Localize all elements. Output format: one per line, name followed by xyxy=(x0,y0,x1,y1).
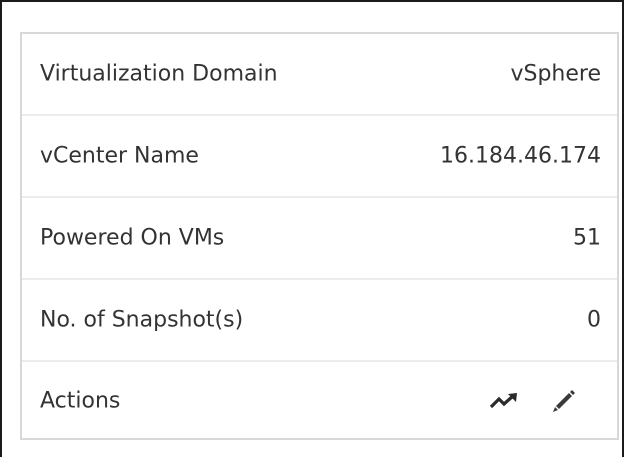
row-actions: Actions xyxy=(22,362,617,440)
vcenter-name-value: 16.184.46.174 xyxy=(440,143,601,169)
vcenter-name-label: vCenter Name xyxy=(40,143,199,169)
window-frame: Virtualization Domain vSphere vCenter Na… xyxy=(0,0,624,457)
pencil-icon[interactable] xyxy=(547,386,581,416)
vcenter-details-panel: Virtualization Domain vSphere vCenter Na… xyxy=(20,32,619,440)
row-powered-on-vms: Powered On VMs 51 xyxy=(22,198,617,280)
actions-label: Actions xyxy=(40,388,121,414)
row-virtualization-domain: Virtualization Domain vSphere xyxy=(22,34,617,116)
trend-icon[interactable] xyxy=(487,386,521,416)
snapshots-value: 0 xyxy=(587,307,601,333)
row-snapshots: No. of Snapshot(s) 0 xyxy=(22,280,617,362)
powered-on-vms-value: 51 xyxy=(573,225,601,251)
virtualization-domain-value: vSphere xyxy=(510,61,601,87)
virtualization-domain-label: Virtualization Domain xyxy=(40,61,278,87)
snapshots-label: No. of Snapshot(s) xyxy=(40,307,244,333)
powered-on-vms-label: Powered On VMs xyxy=(40,225,225,251)
actions-group xyxy=(487,386,581,416)
row-vcenter-name: vCenter Name 16.184.46.174 xyxy=(22,116,617,198)
